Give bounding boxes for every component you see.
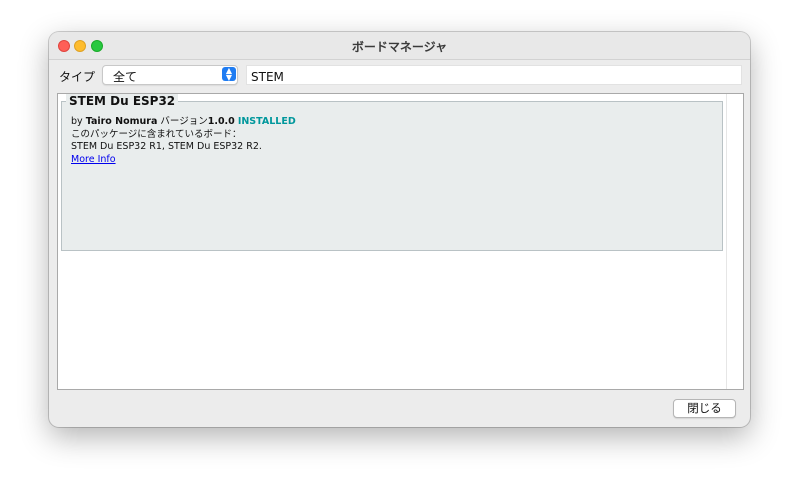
type-select-value: 全て <box>113 70 138 84</box>
package-details: by Tairo Nomura バージョン1.0.0 INSTALLED このパ… <box>71 116 296 166</box>
package-version: 1.0.0 <box>207 116 235 127</box>
close-button[interactable]: 閉じる <box>673 399 736 418</box>
scrollbar-track[interactable] <box>726 94 727 389</box>
title-bar: ボードマネージャ <box>49 32 750 60</box>
package-name: STEM Du ESP32 <box>66 94 179 108</box>
installed-badge: INSTALLED <box>237 116 296 127</box>
package-info-line: by Tairo Nomura バージョン1.0.0 INSTALLED <box>71 116 296 129</box>
type-select[interactable]: 全て ▲ ▼ <box>102 65 238 85</box>
package-entry[interactable]: STEM Du ESP32 by Tairo Nomura バージョン1.0.0… <box>61 94 723 251</box>
search-input[interactable] <box>247 68 745 86</box>
more-info-link[interactable]: More Info <box>71 154 116 165</box>
by-label: by <box>71 116 83 127</box>
version-label: バージョン <box>160 116 208 127</box>
window-title: ボードマネージャ <box>351 40 448 54</box>
boards-list: STEM Du ESP32 R1, STEM Du ESP32 R2. <box>71 141 262 153</box>
package-list[interactable]: STEM Du ESP32 by Tairo Nomura バージョン1.0.0… <box>57 93 744 390</box>
chevron-up-down-icon: ▲ ▼ <box>222 67 236 82</box>
type-label: タイプ <box>59 70 96 84</box>
search-field[interactable] <box>246 65 745 86</box>
boards-label: このパッケージに含まれているボード： <box>71 128 242 140</box>
board-manager-window: ボードマネージャ タイプ 全て ▲▼ STEM Du ESP32 by Tair… <box>49 32 750 427</box>
package-author: Tairo Nomura <box>85 116 158 127</box>
